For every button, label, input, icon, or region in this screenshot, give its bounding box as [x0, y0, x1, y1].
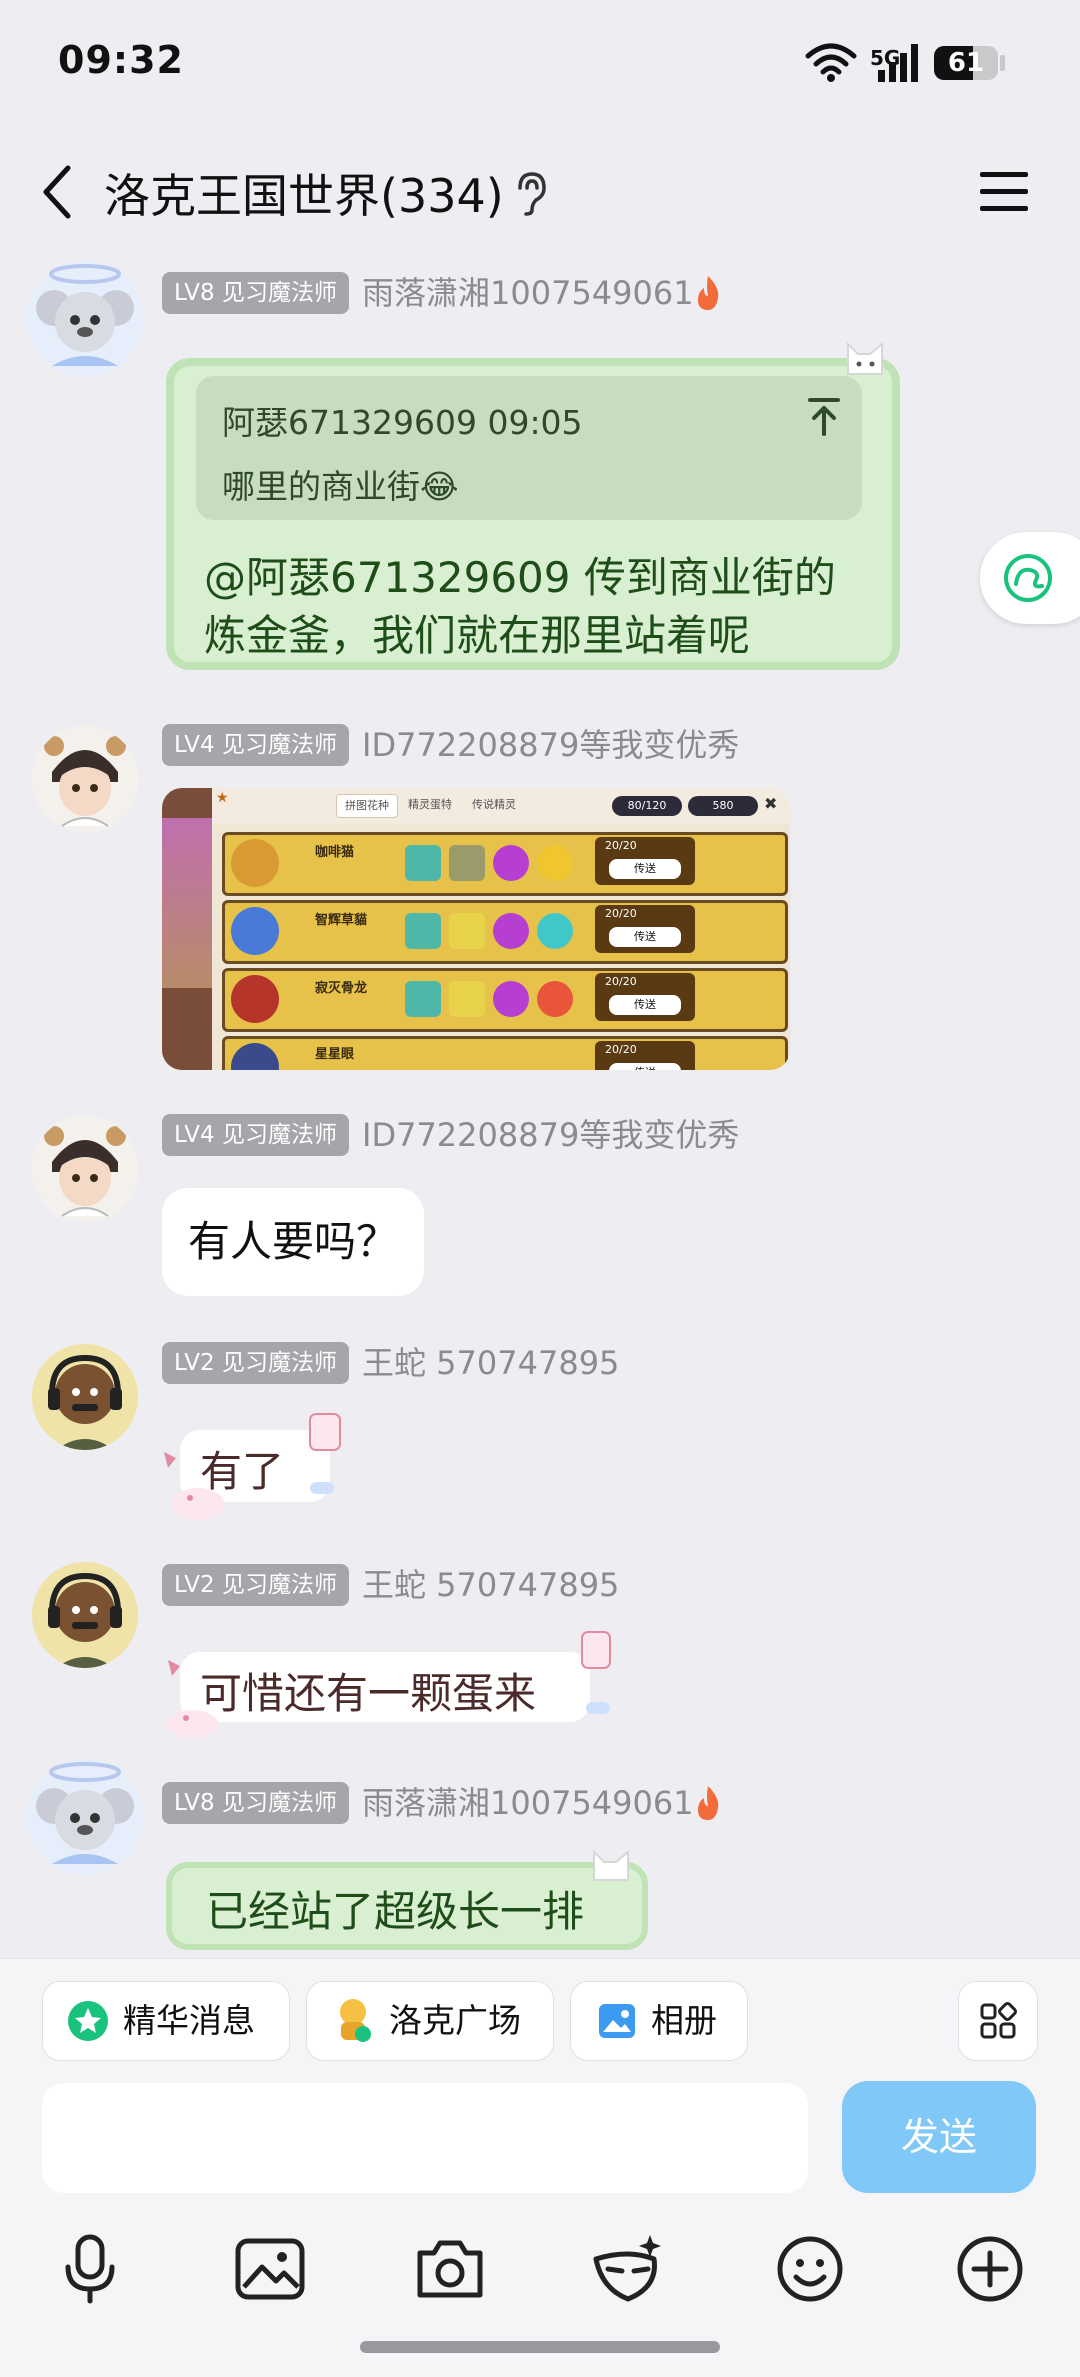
- status-bar: 09:32 5G 61: [0, 0, 1080, 120]
- avatar-boy-2[interactable]: [32, 1116, 138, 1222]
- message-bubble[interactable]: 有了: [162, 1412, 341, 1522]
- back-arrow-icon[interactable]: [38, 162, 78, 222]
- signal-icon: [878, 44, 918, 82]
- game-row-count: 20/20: [605, 839, 637, 852]
- game-row-button: 传送: [609, 859, 681, 879]
- home-indicator[interactable]: [360, 2341, 720, 2353]
- sender-name[interactable]: 雨落潇湘1007549061: [362, 1782, 694, 1824]
- emoji-icon[interactable]: [770, 2229, 850, 2309]
- star-badge-icon: [68, 2001, 108, 2041]
- wifi-icon: [805, 43, 857, 82]
- level-badge: LV2 见习魔法师: [162, 1564, 349, 1606]
- plus-icon[interactable]: [950, 2229, 1030, 2309]
- game-row-button: 传送: [609, 995, 681, 1015]
- sender-name[interactable]: 王蛇 570747895: [362, 1342, 619, 1384]
- message-input[interactable]: [42, 2083, 808, 2193]
- message-line-1: @阿瑟671329609 传到商业街的: [204, 553, 836, 602]
- message-bubble[interactable]: 有人要吗？: [162, 1188, 425, 1296]
- game-tab: 精灵蛋特: [408, 798, 452, 811]
- game-row-name: 星星眼: [315, 1047, 355, 1062]
- avatar-koala-1[interactable]: [22, 256, 148, 382]
- level-badge: LV4 见习魔法师: [162, 1114, 349, 1156]
- message-text: 有了: [200, 1447, 285, 1496]
- level-badge: LV4 见习魔法师: [162, 724, 349, 766]
- microphone-icon[interactable]: [50, 2229, 130, 2309]
- game-counter: 80/120: [612, 796, 682, 816]
- roco-mascot-icon: [340, 1999, 371, 2042]
- sender-name[interactable]: 王蛇 570747895: [362, 1564, 619, 1606]
- game-side-gradient: [162, 818, 212, 988]
- battery-cap: [1000, 55, 1005, 71]
- quote-text: 哪里的商业街😂: [222, 467, 459, 506]
- game-row-count: 20/20: [605, 975, 637, 988]
- more-apps-button[interactable]: [958, 1981, 1038, 2061]
- album-chip[interactable]: 相册: [570, 1981, 748, 2061]
- game-counter: 580: [688, 796, 758, 816]
- game-row: 智辉草貓 20/20 传送: [222, 900, 788, 964]
- sender-name[interactable]: 雨落潇湘1007549061: [362, 272, 694, 314]
- avatar-boy-1[interactable]: [32, 726, 138, 832]
- game-row-count: 20/20: [605, 1043, 637, 1056]
- game-row: 星星眼 20/20 传送: [222, 1036, 788, 1070]
- message-bubble[interactable]: 已经站了超级长一排: [166, 1862, 648, 1950]
- game-row: 寂灭骨龙 20/20 传送: [222, 968, 788, 1032]
- message-line-2: 炼金釜，我们就在那里站着呢: [204, 611, 751, 660]
- message-text: 已经站了超级长一排: [206, 1887, 585, 1936]
- flame-icon: [698, 276, 719, 310]
- level-badge: LV2 见习魔法师: [162, 1342, 349, 1384]
- flame-icon: [698, 1786, 719, 1820]
- game-row-button: 传送: [609, 1063, 681, 1070]
- game-row-count: 20/20: [605, 907, 637, 920]
- game-row: 咖啡猫 20/20 传送: [222, 832, 788, 896]
- game-row-name: 咖啡猫: [315, 845, 355, 860]
- assistant-swirl-icon: [1004, 554, 1052, 602]
- floating-assistant-button[interactable]: [980, 532, 1080, 624]
- chip-label: 洛克广场: [389, 2001, 521, 2040]
- input-panel: 精华消息 洛克广场 相册 发送: [0, 1958, 1080, 2377]
- game-row-name: 寂灭骨龙: [315, 981, 368, 996]
- avatar-man-1[interactable]: [32, 1344, 138, 1450]
- chip-label: 精华消息: [123, 2001, 255, 2040]
- jump-to-top-icon[interactable]: [806, 396, 842, 438]
- quote-author: 阿瑟671329609 09:05: [222, 403, 583, 442]
- photo-icon: [599, 2004, 635, 2038]
- chip-label: 相册: [651, 2001, 717, 2040]
- avatar-koala-2[interactable]: [22, 1754, 148, 1880]
- game-row-button: 传送: [609, 927, 681, 947]
- game-tab: 传说精灵: [472, 798, 516, 811]
- status-time: 09:32: [58, 38, 184, 82]
- sender-name[interactable]: ID772208879等我变优秀: [362, 724, 739, 766]
- battery-level: 61: [947, 48, 985, 78]
- chat-header: 洛克王国世界(334): [0, 140, 1080, 240]
- gallery-icon[interactable]: [230, 2229, 310, 2309]
- game-top-bar: ★ 拼图花种 精灵蛋特 传说精灵 80/120 580 ✖: [212, 788, 790, 824]
- message-text: 可惜还有一颗蛋来: [200, 1669, 537, 1718]
- message-bubble[interactable]: 阿瑟671329609 09:05 哪里的商业街😂 @阿瑟671329609 传…: [166, 358, 900, 670]
- cat-decoration-icon: [593, 1849, 629, 1881]
- menu-icon[interactable]: [978, 168, 1030, 214]
- cat-decoration-icon: [847, 341, 883, 375]
- level-badge: LV8 见习魔法师: [162, 272, 349, 314]
- shared-image-game-screenshot[interactable]: ★ 拼图花种 精灵蛋特 传说精灵 80/120 580 ✖ 咖啡猫 20/20 …: [162, 788, 790, 1070]
- ear-icon[interactable]: [512, 170, 548, 216]
- game-tab: 拼图花种: [336, 794, 398, 818]
- ai-mask-icon[interactable]: [588, 2229, 668, 2309]
- battery-indicator: 61: [934, 46, 998, 80]
- send-button[interactable]: 发送: [842, 2081, 1036, 2193]
- avatar-man-2[interactable]: [32, 1562, 138, 1668]
- camera-icon[interactable]: [410, 2229, 490, 2309]
- grid-icon: [980, 2002, 1017, 2039]
- game-row-name: 智辉草貓: [315, 913, 368, 928]
- level-badge: LV8 见习魔法师: [162, 1782, 349, 1824]
- sender-name[interactable]: ID772208879等我变优秀: [362, 1114, 739, 1156]
- message-bubble[interactable]: 可惜还有一颗蛋来: [162, 1630, 632, 1740]
- essence-messages-chip[interactable]: 精华消息: [42, 1981, 290, 2061]
- roco-plaza-chip[interactable]: 洛克广场: [306, 1981, 554, 2061]
- group-title[interactable]: 洛克王国世界(334): [104, 160, 504, 226]
- quoted-message[interactable]: 阿瑟671329609 09:05 哪里的商业街😂: [196, 376, 862, 520]
